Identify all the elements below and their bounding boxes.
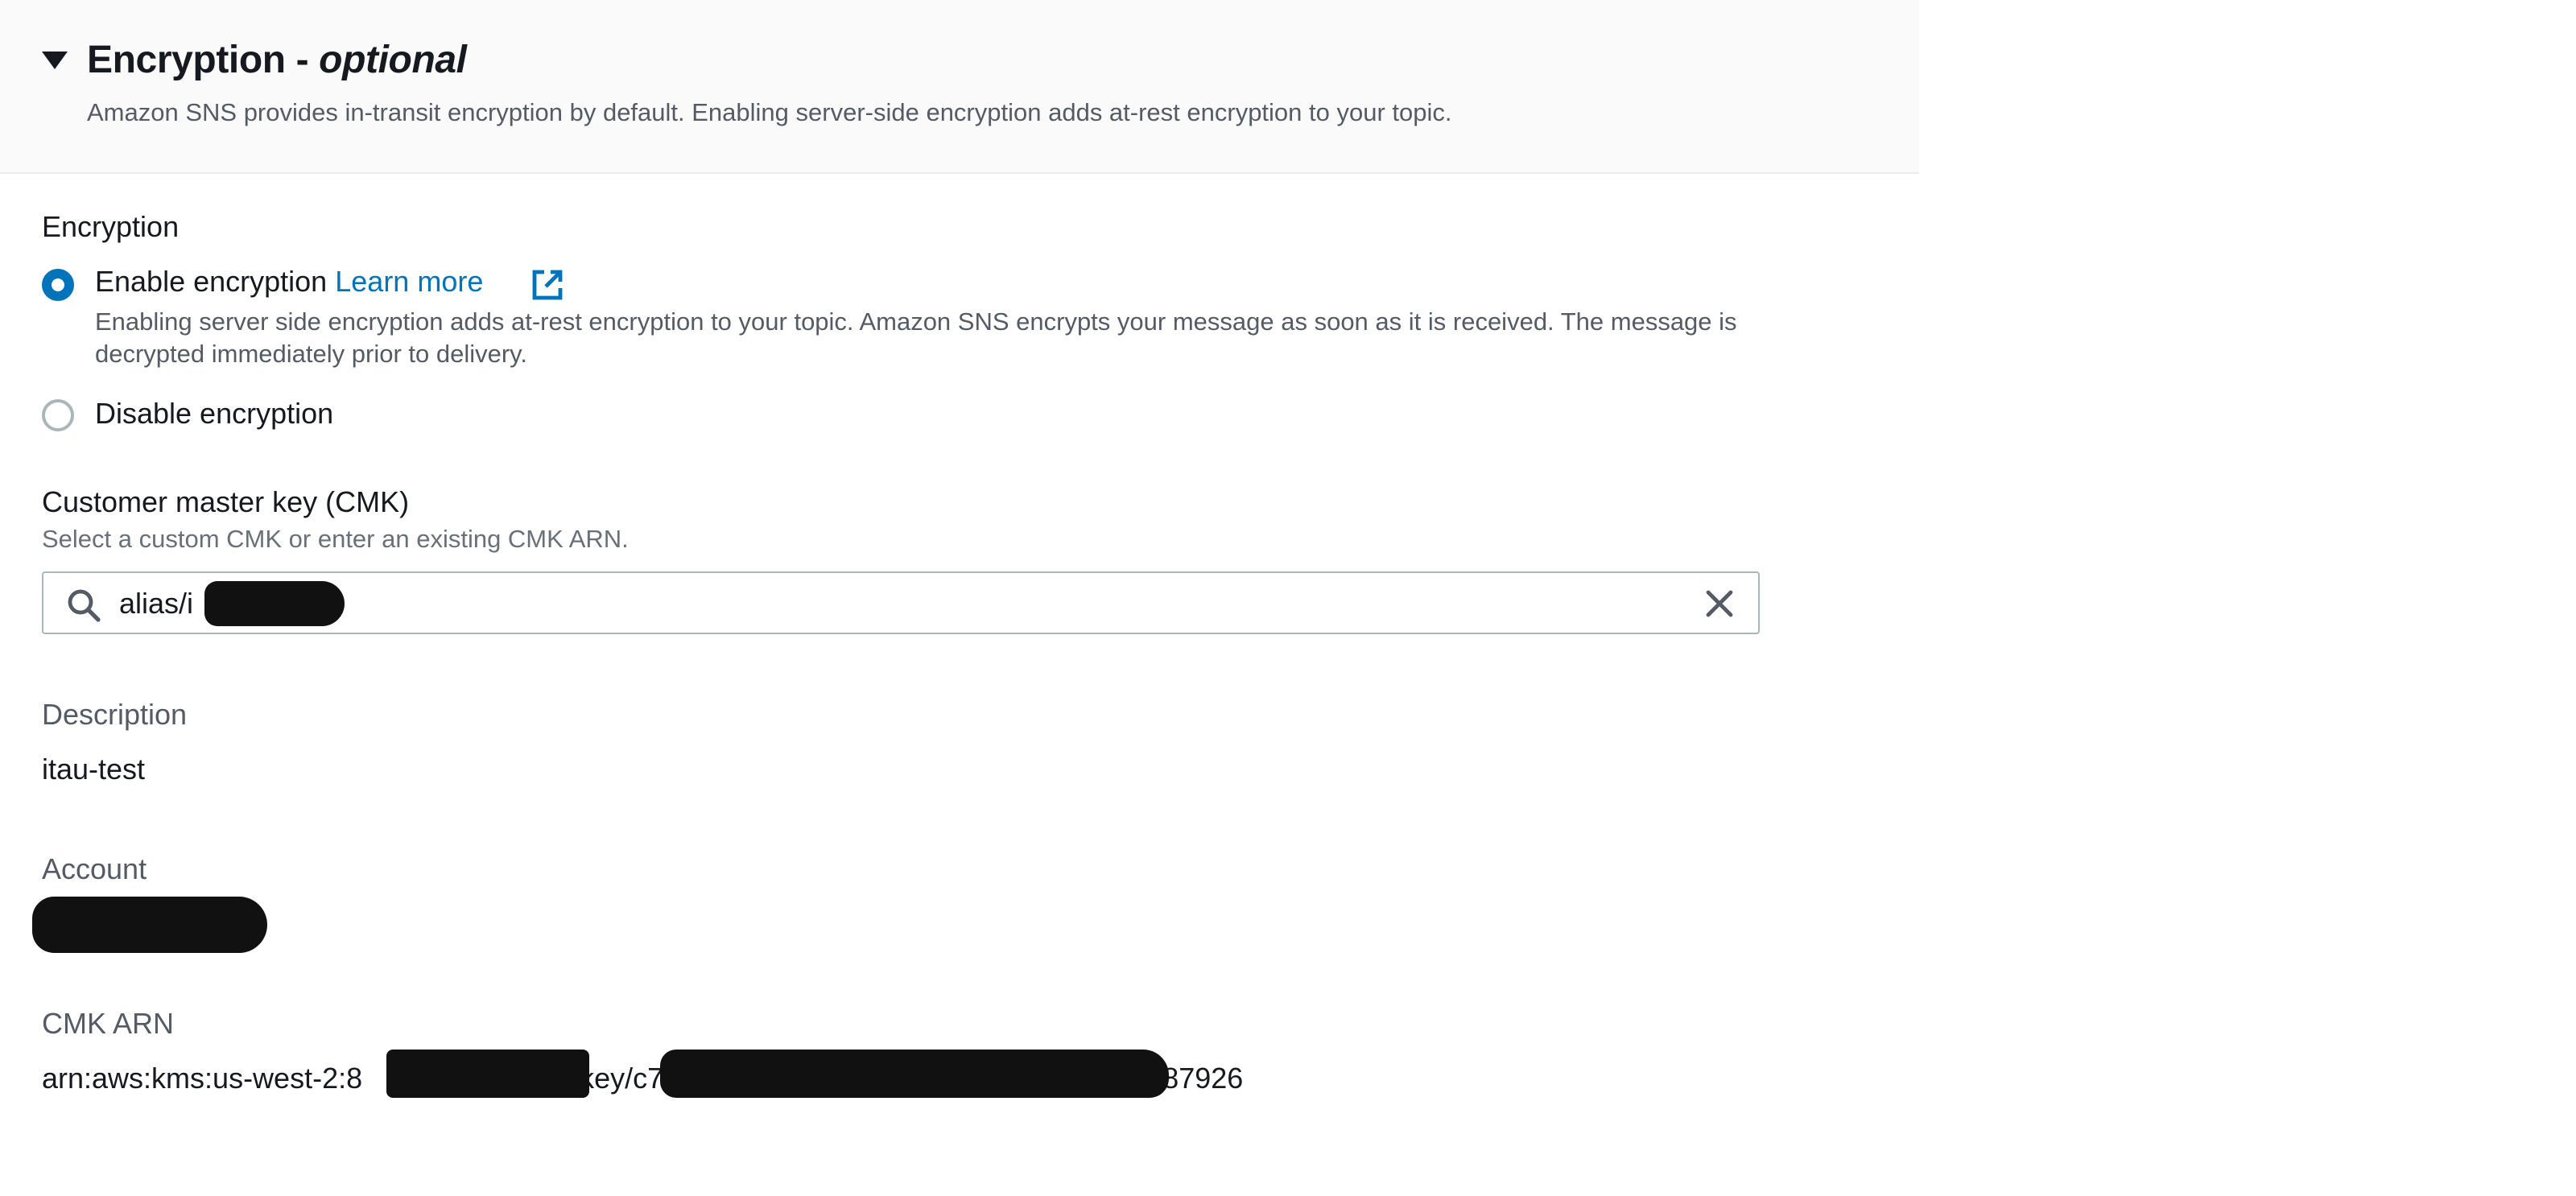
external-link-icon[interactable] (530, 267, 565, 303)
encryption-panel: Encryption - optional Amazon SNS provide… (0, 0, 2576, 1196)
section-title: Encryption - optional (87, 39, 467, 84)
cmk-hint: Select a custom CMK or enter an existing… (42, 526, 629, 554)
cmk-arn-prefix: arn:aws:kms:us-west-2:8 (42, 1062, 363, 1095)
description-value: itau-test (42, 753, 146, 786)
cmk-arn-label: CMK ARN (42, 1008, 175, 1040)
enable-encryption-label: Enable encryption (95, 266, 328, 298)
enable-encryption-option[interactable]: Enable encryption Learn more (95, 266, 483, 299)
section-description: Amazon SNS provides in-transit encryptio… (87, 100, 1452, 127)
cmk-search-value: alias/i (119, 588, 194, 620)
account-label: Account (42, 853, 147, 885)
encryption-label: Encryption (42, 211, 180, 243)
cmk-arn-suffix: 87926 (1162, 1062, 1244, 1095)
encryption-section-header[interactable]: Encryption - optional Amazon SNS provide… (0, 0, 1919, 174)
redaction (204, 581, 345, 626)
section-title-main: Encryption - (87, 39, 320, 82)
account-redaction (32, 897, 267, 953)
section-title-optional: optional (319, 39, 467, 82)
disable-encryption-radio[interactable] (42, 399, 74, 431)
cmk-label: Customer master key (CMK) (42, 486, 410, 518)
learn-more-link[interactable]: Learn more (335, 266, 483, 298)
enable-encryption-radio[interactable] (42, 269, 74, 301)
cmk-search-input[interactable]: alias/i (42, 571, 1760, 634)
arn-key-redaction (660, 1050, 1169, 1098)
caret-down-icon[interactable] (42, 52, 68, 69)
enable-encryption-description: Enabling server side encryption adds at-… (95, 309, 1737, 369)
disable-encryption-label[interactable]: Disable encryption (95, 398, 333, 431)
arn-account-redaction (386, 1050, 589, 1098)
description-label: Description (42, 699, 188, 731)
search-icon (68, 589, 101, 622)
close-icon[interactable] (1703, 588, 1736, 620)
